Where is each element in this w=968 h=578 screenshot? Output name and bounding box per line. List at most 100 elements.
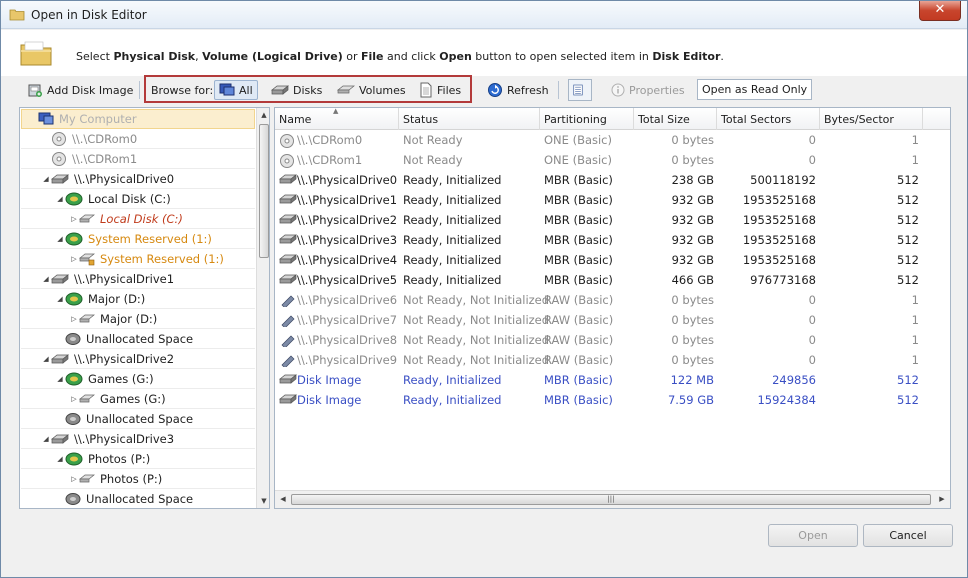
column-header-bytes-sector[interactable]: Bytes/Sector	[820, 108, 923, 130]
cell-sectors: 0	[808, 133, 816, 147]
collapse-arrow-icon[interactable]: ◢	[55, 195, 65, 203]
volume-icon	[65, 292, 83, 305]
list-row[interactable]: \\.\PhysicalDrive5 Ready, Initialized MBR …	[275, 270, 950, 290]
view-mode-button[interactable]	[568, 79, 592, 101]
close-button[interactable]: ✕	[919, 1, 961, 21]
tree-item-label: Unallocated Space	[86, 491, 194, 506]
scroll-left-arrow-icon[interactable]: ◀	[276, 492, 290, 506]
tree-item[interactable]: ▷ Major (D:)	[21, 309, 255, 329]
collapse-arrow-icon[interactable]: ◢	[41, 355, 51, 363]
cell-status: Not Ready	[403, 133, 463, 147]
tree-item-label: Unallocated Space	[86, 411, 194, 426]
list-row[interactable]: \\.\CDRom0 Not Ready ONE (Basic) 0 bytes 0 1	[275, 130, 950, 150]
tree-item[interactable]: ◢ \\.\PhysicalDrive0	[21, 169, 255, 189]
tree-item[interactable]: ◢ System Reserved (1:)	[21, 229, 255, 249]
tree-item[interactable]: ◢ Games (G:)	[21, 369, 255, 389]
browse-files-label: Files	[437, 83, 462, 97]
tree-item[interactable]: Unallocated Space	[21, 409, 255, 429]
tree-item-label: Photos (P:)	[100, 471, 163, 486]
browse-disks-button[interactable]: Disks	[267, 78, 326, 102]
column-header-status[interactable]: Status	[399, 108, 540, 130]
tree-item[interactable]: ▷ System Reserved (1:)	[21, 249, 255, 269]
cell-sectors: 0	[808, 353, 816, 367]
cell-bps: 512	[897, 393, 919, 407]
cell-bps: 512	[897, 253, 919, 267]
list-row[interactable]: \\.\PhysicalDrive4 Ready, Initialized MBR …	[275, 250, 950, 270]
expand-arrow-icon[interactable]: ▷	[69, 315, 79, 323]
open-button[interactable]: Open	[768, 524, 858, 547]
properties-label: Properties	[629, 83, 685, 97]
list-view-icon	[573, 84, 583, 96]
column-header-total-size[interactable]: Total Size	[634, 108, 717, 130]
column-header-total-sectors[interactable]: Total Sectors	[717, 108, 820, 130]
add-disk-image-button[interactable]: Add Disk Image	[23, 78, 137, 102]
tree-item[interactable]: My Computer	[21, 109, 255, 129]
list-row[interactable]: \\.\PhysicalDrive8 Not Ready, Not Initial…	[275, 330, 950, 350]
cell-size: 932 GB	[671, 213, 714, 227]
list-row[interactable]: \\.\PhysicalDrive2 Ready, Initialized MBR …	[275, 210, 950, 230]
list-row[interactable]: \\.\PhysicalDrive7 Not Ready, Not Initial…	[275, 310, 950, 330]
tree-item-label: Games (G:)	[88, 371, 154, 386]
cell-name: \\.\PhysicalDrive6	[275, 290, 399, 310]
tree-item[interactable]: ▷ Photos (P:)	[21, 469, 255, 489]
scroll-up-arrow-icon[interactable]: ▲	[257, 108, 269, 122]
add-disk-image-icon	[28, 84, 42, 97]
expand-arrow-icon[interactable]: ▷	[69, 395, 79, 403]
tree-item[interactable]: \\.\CDRom0	[21, 129, 255, 149]
cell-sectors: 0	[808, 333, 816, 347]
cell-sectors: 0	[808, 153, 816, 167]
cell-bps: 512	[897, 193, 919, 207]
properties-button[interactable]: Properties	[607, 78, 689, 102]
browse-files-button[interactable]: Files	[415, 78, 465, 102]
list-scroll-thumb[interactable]: |||	[291, 494, 931, 505]
list-row[interactable]: \\.\PhysicalDrive0 Ready, Initialized MBR …	[275, 170, 950, 190]
list-horizontal-scrollbar[interactable]: ◀ ||| ▶	[275, 490, 950, 508]
tree-item[interactable]: ▷ Local Disk (C:)	[21, 209, 255, 229]
tree-item[interactable]: ◢ \\.\PhysicalDrive3	[21, 429, 255, 449]
tree-scrollbar[interactable]: ▲ ▼	[256, 108, 269, 508]
tree-item-label: My Computer	[59, 112, 137, 126]
collapse-arrow-icon[interactable]: ◢	[55, 455, 65, 463]
list-row[interactable]: Disk Image Ready, Initialized MBR (Basic) 7…	[275, 390, 950, 410]
cell-sectors: 976773168	[750, 273, 816, 287]
tree-scroll-thumb[interactable]	[259, 124, 269, 258]
collapse-arrow-icon[interactable]: ◢	[41, 175, 51, 183]
tree-item[interactable]: ◢ Local Disk (C:)	[21, 189, 255, 209]
collapse-arrow-icon[interactable]: ◢	[41, 275, 51, 283]
tree-item[interactable]: ◢ Major (D:)	[21, 289, 255, 309]
scroll-down-arrow-icon[interactable]: ▼	[257, 494, 269, 508]
list-row[interactable]: \\.\PhysicalDrive9 Not Ready, Not Initial…	[275, 350, 950, 370]
cancel-button[interactable]: Cancel	[863, 524, 953, 547]
tree-item[interactable]: ◢ Photos (P:)	[21, 449, 255, 469]
cell-name: \\.\PhysicalDrive4	[275, 250, 399, 270]
open-read-only-button[interactable]: Open as Read Only	[697, 79, 813, 100]
cell-partitioning: MBR (Basic)	[544, 233, 613, 247]
tree-item[interactable]: \\.\CDRom1	[21, 149, 255, 169]
refresh-button[interactable]: Refresh	[483, 78, 553, 102]
disk-icon	[279, 194, 297, 204]
tree-item[interactable]: ◢ \\.\PhysicalDrive1	[21, 269, 255, 289]
tree-item[interactable]: ▷ Games (G:)	[21, 389, 255, 409]
tree-item[interactable]: ◢ \\.\PhysicalDrive2	[21, 349, 255, 369]
list-row[interactable]: \\.\PhysicalDrive6 Not Ready, Not Initial…	[275, 290, 950, 310]
file-icon	[420, 82, 432, 98]
expand-arrow-icon[interactable]: ▷	[69, 215, 79, 223]
cell-size: 0 bytes	[671, 133, 714, 147]
list-row[interactable]: \\.\PhysicalDrive1 Ready, Initialized MBR …	[275, 190, 950, 210]
expand-arrow-icon[interactable]: ▷	[69, 255, 79, 263]
expand-arrow-icon[interactable]: ▷	[69, 475, 79, 483]
tree-item[interactable]: Unallocated Space	[21, 329, 255, 349]
list-row[interactable]: \\.\PhysicalDrive3 Ready, Initialized MBR …	[275, 230, 950, 250]
cell-bps: 1	[911, 153, 919, 167]
column-header-partitioning[interactable]: Partitioning	[540, 108, 634, 130]
browse-all-button[interactable]: All	[214, 80, 258, 100]
browse-volumes-button[interactable]: Volumes	[333, 78, 410, 102]
scroll-right-arrow-icon[interactable]: ▶	[935, 492, 949, 506]
tree-item[interactable]: Unallocated Space	[21, 489, 255, 508]
collapse-arrow-icon[interactable]: ◢	[55, 375, 65, 383]
list-row[interactable]: \\.\CDRom1 Not Ready ONE (Basic) 0 bytes 0 1	[275, 150, 950, 170]
collapse-arrow-icon[interactable]: ◢	[41, 435, 51, 443]
collapse-arrow-icon[interactable]: ◢	[55, 235, 65, 243]
list-row[interactable]: Disk Image Ready, Initialized MBR (Basic) 1…	[275, 370, 950, 390]
collapse-arrow-icon[interactable]: ◢	[55, 295, 65, 303]
